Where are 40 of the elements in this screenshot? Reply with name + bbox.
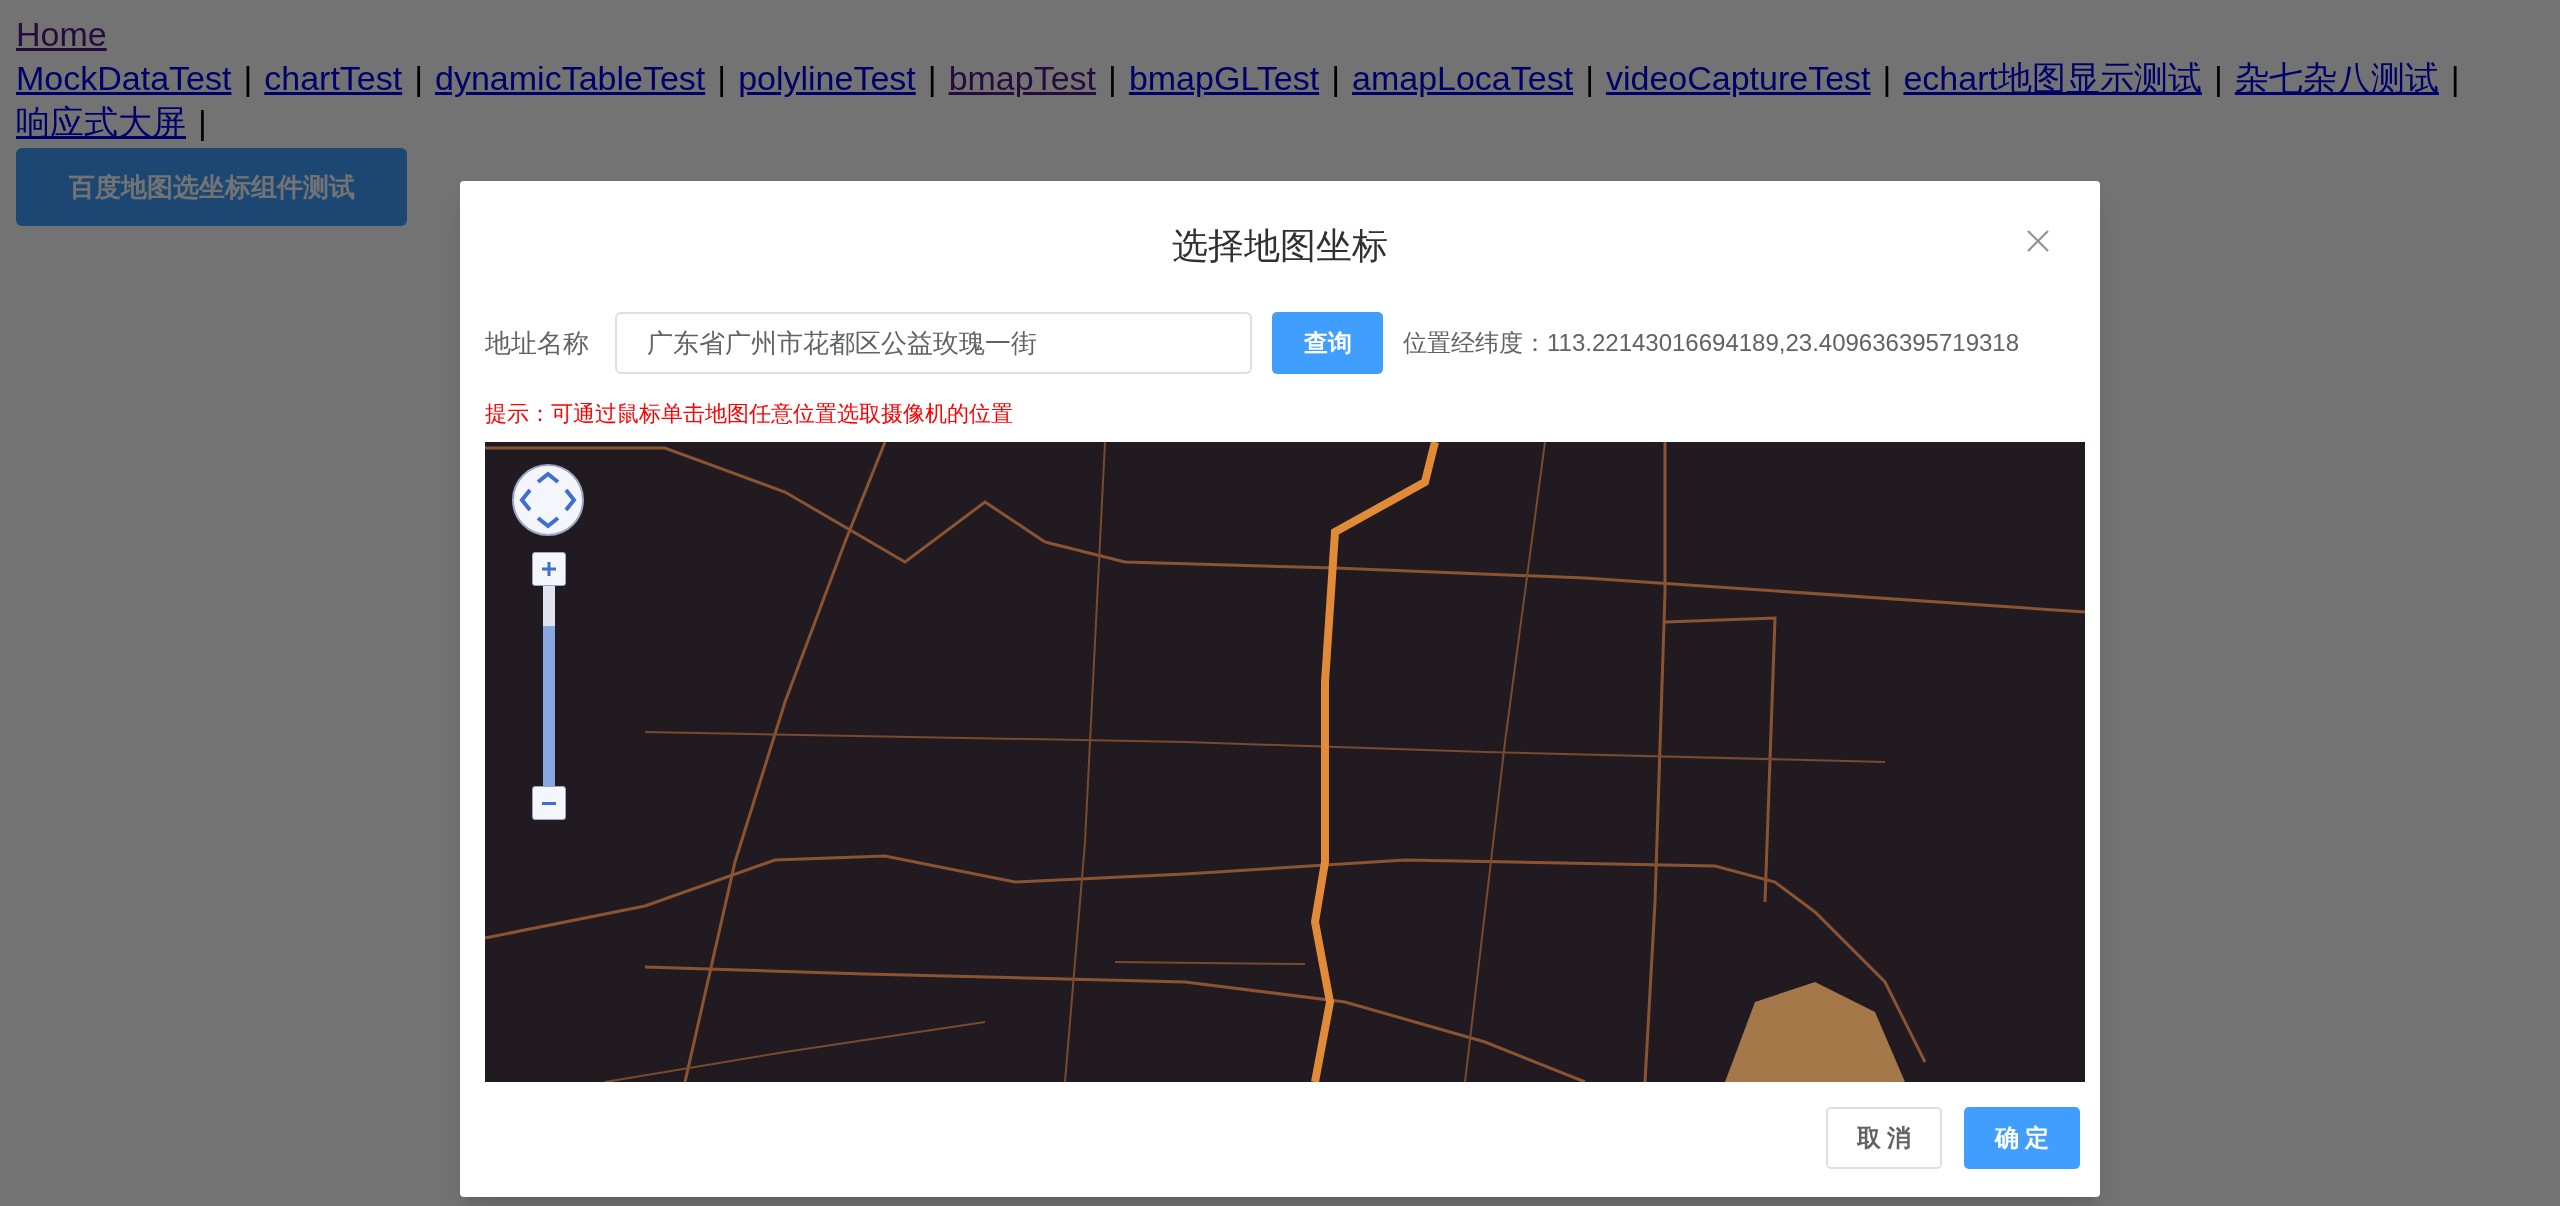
confirm-button[interactable]: 确 定 <box>1964 1107 2080 1169</box>
hint-text: 提示：可通过鼠标单击地图任意位置选取摄像机的位置 <box>484 400 1014 428</box>
nav-link[interactable]: 杂七杂八测试 <box>2234 56 2439 100</box>
nav-link[interactable]: polylineTest <box>738 56 916 100</box>
link-separator: | <box>2213 58 2223 99</box>
address-input[interactable]: 广东省广州市花都区公益玫瑰一街 <box>615 312 1252 374</box>
open-dialog-button[interactable]: 百度地图选坐标组件测试 <box>16 148 407 226</box>
zoom-in-button[interactable] <box>532 552 566 586</box>
minus-icon <box>542 801 556 805</box>
plus-icon <box>540 560 558 578</box>
nav-link[interactable]: chartTest <box>264 56 403 100</box>
link-separator: | <box>198 102 207 143</box>
link-separator: | <box>1108 58 1117 99</box>
nav-link[interactable]: bmapTest <box>948 56 1097 100</box>
coordinates-value: 113.22143016694189,23.409636395719318 <box>1547 328 2020 358</box>
nav-link[interactable]: echart地图显示测试 <box>1903 56 2202 100</box>
nav-link[interactable]: videoCaptureTest <box>1605 56 1871 100</box>
link-separator: | <box>1585 58 1594 99</box>
zoom-track[interactable] <box>543 586 555 786</box>
cancel-button[interactable]: 取 消 <box>1826 1107 1942 1169</box>
nav-link[interactable]: 响应式大屏 <box>16 100 186 144</box>
link-separator: | <box>414 58 424 99</box>
nav-link[interactable]: dynamicTableTest <box>435 56 706 100</box>
field-label: 地址名称 <box>485 326 590 360</box>
link-separator: | <box>717 58 727 99</box>
nav-link[interactable]: bmapGLTest <box>1128 56 1320 100</box>
nav-link[interactable]: Home <box>16 15 107 53</box>
dialog-title: 选择地图坐标 <box>1172 224 1388 268</box>
coordinates-label: 位置经纬度： <box>1403 328 1547 358</box>
search-button[interactable]: 查询 <box>1272 312 1383 374</box>
nav-link[interactable]: amapLocaTest <box>1352 56 1574 100</box>
link-separator: | <box>243 58 253 99</box>
link-separator: | <box>927 58 937 99</box>
pan-control-icon[interactable] <box>510 462 586 538</box>
link-separator: | <box>1331 58 1340 99</box>
link-separator: | <box>2450 58 2460 99</box>
close-icon[interactable] <box>2026 229 2050 253</box>
link-separator: | <box>1882 58 1892 99</box>
zoom-out-button[interactable] <box>532 786 566 820</box>
nav-link[interactable]: MockDataTest <box>16 56 232 100</box>
